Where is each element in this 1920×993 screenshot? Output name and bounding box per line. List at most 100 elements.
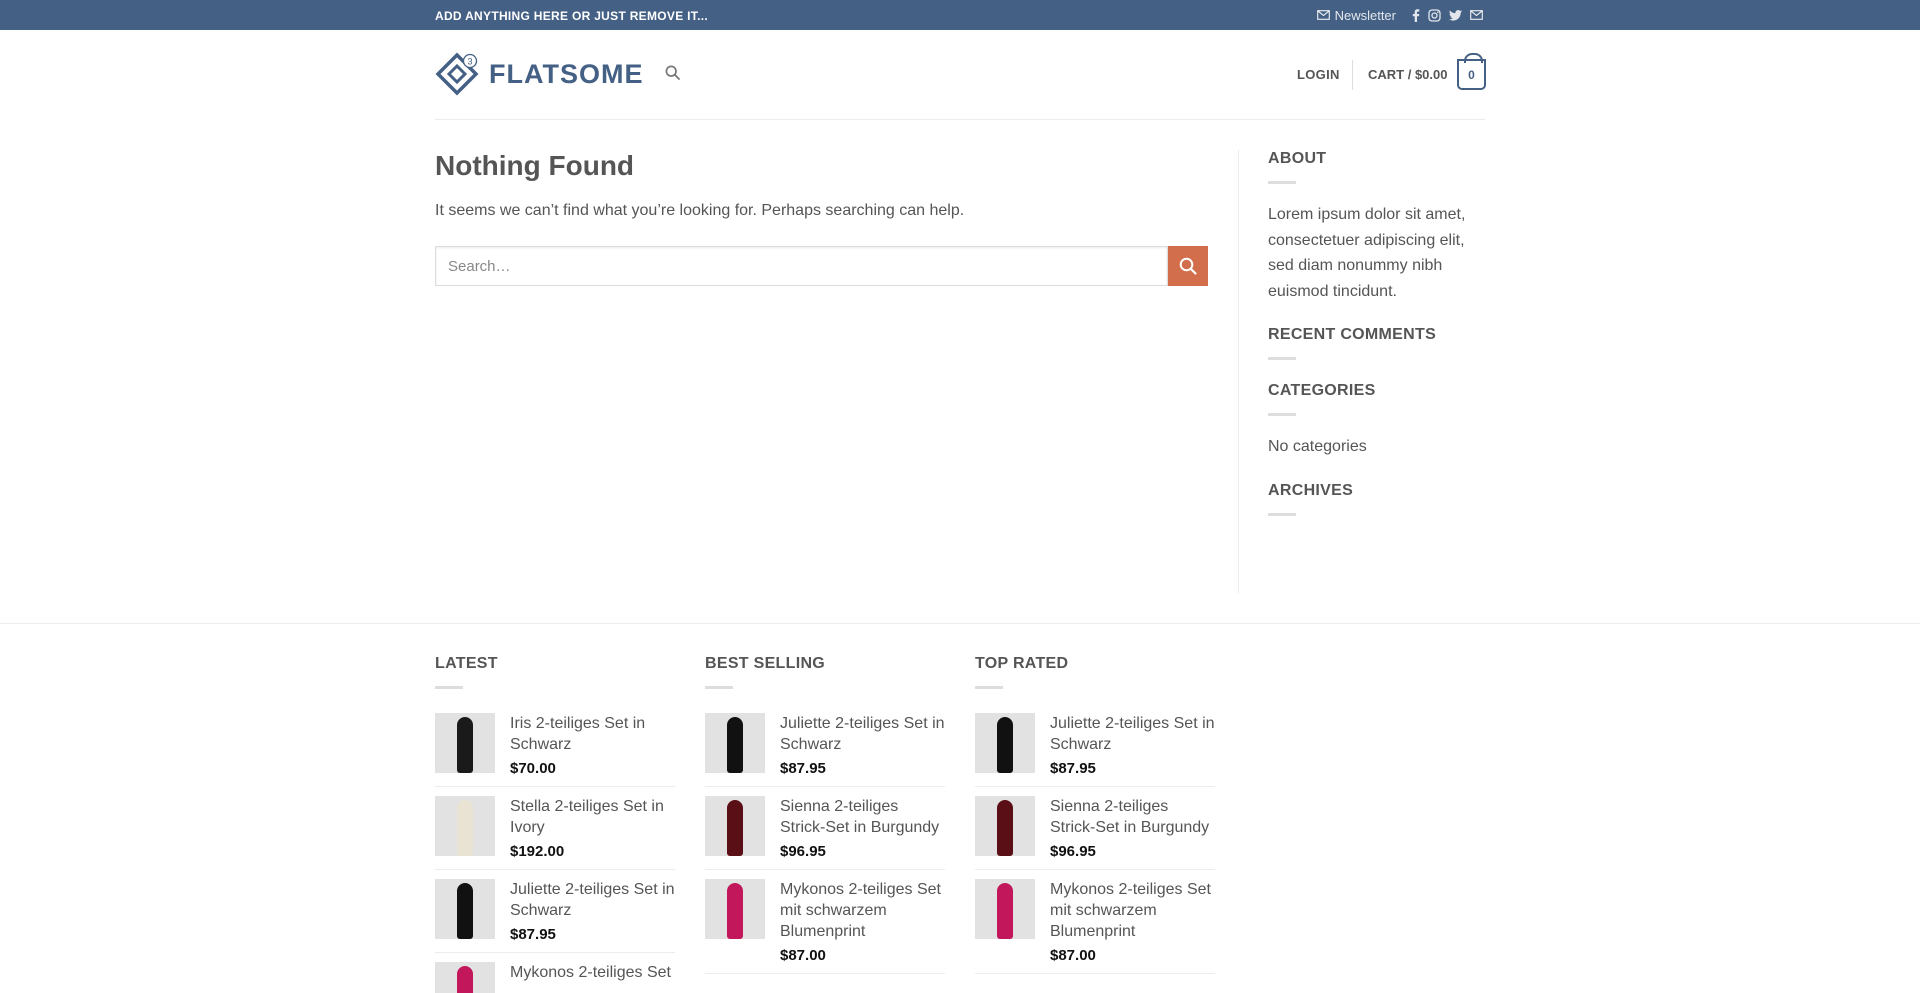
footer-title-latest: LATEST (435, 655, 498, 672)
product-list-item[interactable]: Juliette 2-teiliges Set in Schwarz $87.95 (975, 713, 1215, 787)
search-input[interactable] (435, 246, 1168, 286)
product-name[interactable]: Mykonos 2-teiliges Set (510, 962, 671, 983)
widget-title-about: ABOUT (1268, 150, 1327, 167)
product-price: $87.95 (1050, 760, 1096, 777)
widget-underline (1268, 181, 1296, 184)
header-divider (1352, 60, 1353, 90)
product-thumbnail[interactable] (975, 713, 1035, 773)
product-thumbnail[interactable] (975, 796, 1035, 856)
widget-underline (705, 686, 733, 689)
product-thumbnail[interactable] (705, 713, 765, 773)
not-found-message: It seems we can’t find what you’re looki… (435, 202, 965, 219)
product-list-item[interactable]: Sienna 2-teiliges Strick-Set in Burgundy… (975, 796, 1215, 870)
product-figure (457, 800, 473, 856)
header-search-icon[interactable] (665, 65, 680, 80)
categories-text: No categories (1268, 438, 1367, 455)
product-figure (457, 966, 473, 993)
search-icon (1179, 257, 1197, 275)
footer-title-top-rated: TOP RATED (975, 655, 1069, 672)
product-name[interactable]: Juliette 2-teiliges Set in Schwarz (510, 879, 675, 921)
widget-about: ABOUT Lorem ipsum dolor sit amet, consec… (1268, 150, 1485, 304)
facebook-icon[interactable] (1412, 8, 1420, 22)
footer-latest: LATEST Iris 2-teiliges Set in Schwarz $70… (435, 655, 675, 993)
product-thumbnail[interactable] (435, 962, 495, 993)
main-content: Nothing Found It seems we can’t find wha… (435, 150, 1240, 286)
about-text: Lorem ipsum dolor sit amet, consectetuer… (1268, 206, 1466, 300)
product-info: Sienna 2-teiliges Strick-Set in Burgundy… (780, 796, 945, 860)
product-list-item[interactable]: Iris 2-teiliges Set in Schwarz $70.00 (435, 713, 675, 787)
footer-top-rated: TOP RATED Juliette 2-teiliges Set in Sch… (975, 655, 1215, 983)
product-name[interactable]: Sienna 2-teiliges Strick-Set in Burgundy (1050, 796, 1215, 838)
product-list-item[interactable]: Stella 2-teiliges Set in Ivory $192.00 (435, 796, 675, 870)
product-info: Mykonos 2-teiliges Set mit schwarzem Blu… (780, 879, 945, 964)
product-info: Juliette 2-teiliges Set in Schwarz $87.95 (780, 713, 945, 777)
product-name[interactable]: Mykonos 2-teiliges Set mit schwarzem Blu… (1050, 879, 1215, 942)
cart-count: 0 (1468, 67, 1475, 82)
product-price: $70.00 (510, 760, 556, 777)
newsletter-link[interactable]: Newsletter (1316, 7, 1396, 23)
product-thumbnail[interactable] (435, 879, 495, 939)
widget-recent-comments: RECENT COMMENTS (1268, 326, 1485, 360)
product-list-best-selling: Juliette 2-teiliges Set in Schwarz $87.95… (705, 713, 945, 974)
product-price: $96.95 (780, 843, 826, 860)
newsletter-label: Newsletter (1334, 7, 1396, 23)
product-info: Sienna 2-teiliges Strick-Set in Burgundy… (1050, 796, 1215, 860)
product-name[interactable]: Sienna 2-teiliges Strick-Set in Burgundy (780, 796, 945, 838)
logo-mark-icon: 3 (435, 52, 479, 96)
top-bar: ADD ANYTHING HERE OR JUST REMOVE IT... N… (0, 0, 1920, 30)
login-link[interactable]: LOGIN (1297, 67, 1340, 82)
footer-title-best-selling: BEST SELLING (705, 655, 826, 672)
product-list-item[interactable]: Sienna 2-teiliges Strick-Set in Burgundy… (705, 796, 945, 870)
product-name[interactable]: Juliette 2-teiliges Set in Schwarz (780, 713, 945, 755)
product-name[interactable]: Mykonos 2-teiliges Set mit schwarzem Blu… (780, 879, 945, 942)
product-figure (997, 883, 1013, 939)
widget-underline (975, 686, 1003, 689)
product-name[interactable]: Stella 2-teiliges Set in Ivory (510, 796, 675, 838)
product-list-latest: Iris 2-teiliges Set in Schwarz $70.00 Stel… (435, 713, 675, 993)
product-thumbnail[interactable] (435, 796, 495, 856)
widget-title-recent-comments: RECENT COMMENTS (1268, 326, 1437, 343)
product-thumbnail[interactable] (975, 879, 1035, 939)
product-name[interactable]: Iris 2-teiliges Set in Schwarz (510, 713, 675, 755)
product-price: $192.00 (510, 843, 565, 860)
instagram-icon[interactable] (1428, 8, 1441, 22)
widget-underline (1268, 512, 1296, 516)
product-figure (727, 883, 743, 939)
product-info: Stella 2-teiliges Set in Ivory $192.00 (510, 796, 675, 860)
footer-divider (0, 623, 1920, 624)
product-info: Juliette 2-teiliges Set in Schwarz $87.95 (1050, 713, 1215, 777)
product-list-item[interactable]: Juliette 2-teiliges Set in Schwarz $87.95 (435, 879, 675, 953)
logo-badge: 3 (467, 56, 472, 66)
cart-count-badge[interactable]: 0 (1457, 53, 1486, 90)
envelope-icon (1316, 10, 1330, 20)
sidebar-divider (1238, 150, 1239, 593)
product-list-item[interactable]: Mykonos 2-teiliges Set mit schwarzem Blu… (705, 879, 945, 974)
widget-underline (1268, 357, 1296, 360)
product-thumbnail[interactable] (705, 879, 765, 939)
product-figure (727, 800, 743, 856)
product-name[interactable]: Juliette 2-teiliges Set in Schwarz (1050, 713, 1215, 755)
site-logo[interactable]: 3 FLATSOME (435, 52, 643, 96)
search-form (435, 246, 1208, 286)
widget-title-archives: ARCHIVES (1268, 481, 1354, 499)
product-list-item[interactable]: Mykonos 2-teiliges Set mit schwarzem Blu… (975, 879, 1215, 974)
product-info: Iris 2-teiliges Set in Schwarz $70.00 (510, 713, 675, 777)
widget-underline (435, 686, 463, 689)
widget-underline (1268, 413, 1296, 416)
sidebar: ABOUT Lorem ipsum dolor sit amet, consec… (1268, 150, 1485, 538)
page-title: Nothing Found (435, 150, 635, 181)
twitter-icon[interactable] (1449, 9, 1462, 21)
product-info: Mykonos 2-teiliges Set (510, 962, 671, 993)
cart-link[interactable]: CART / $0.00 (1368, 67, 1447, 82)
product-price: $87.00 (780, 947, 826, 964)
product-list-item[interactable]: Mykonos 2-teiliges Set (435, 962, 675, 993)
product-thumbnail[interactable] (435, 713, 495, 773)
logo-text: FLATSOME (489, 58, 644, 89)
email-icon[interactable] (1470, 10, 1483, 20)
widget-categories: CATEGORIES No categories (1268, 382, 1485, 460)
product-price: $96.95 (1050, 843, 1096, 860)
topbar-links: Newsletter (1316, 0, 1483, 30)
search-submit-button[interactable] (1168, 246, 1208, 286)
product-thumbnail[interactable] (705, 796, 765, 856)
product-list-item[interactable]: Juliette 2-teiliges Set in Schwarz $87.95 (705, 713, 945, 787)
